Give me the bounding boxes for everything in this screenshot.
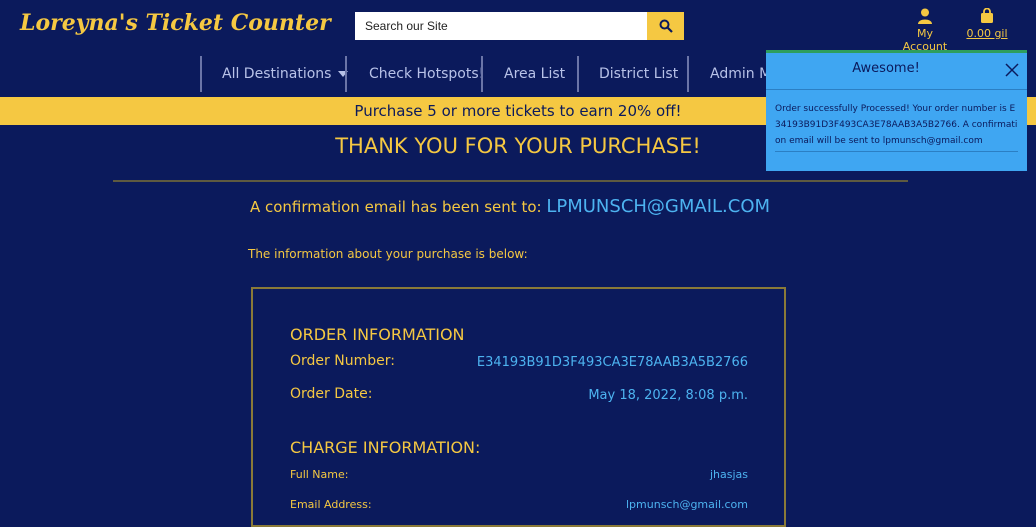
close-icon[interactable]	[1005, 63, 1019, 77]
full-name-value: jhasjas	[709, 468, 748, 481]
toast-title: Awesome!	[852, 61, 920, 76]
confirmation-prefix: A confirmation email has been sent to:	[249, 198, 542, 216]
nav-item-label: All Destinations	[222, 66, 332, 82]
search-bar	[355, 12, 684, 40]
order-date-value: May 18, 2022, 8:08 p.m.	[588, 388, 748, 403]
nav-separator	[481, 56, 483, 92]
site-header: Loreyna's Ticket Counter My Account 0.00…	[0, 0, 1036, 53]
nav-item-district-list[interactable]: District List	[599, 56, 678, 92]
order-date-label: Order Date:	[290, 386, 373, 402]
search-button[interactable]	[647, 12, 684, 40]
nav-item-check-hotspots[interactable]: Check Hotspots!	[369, 56, 484, 92]
cart-total: 0.00 gil	[966, 27, 1008, 40]
email-address-label: Email Address:	[290, 498, 372, 511]
success-toast: Awesome! Order successfully Processed! Y…	[766, 50, 1027, 171]
nav-separator	[345, 56, 347, 92]
search-input[interactable]	[355, 12, 647, 40]
toast-message: Order successfully Processed! Your order…	[775, 104, 1018, 146]
email-address-value: lpmunsch@gmail.com	[626, 498, 748, 511]
nav-item-all-destinations[interactable]: All Destinations	[222, 56, 348, 92]
toast-divider	[766, 89, 1027, 90]
nav-item-area-list[interactable]: Area List	[504, 56, 565, 92]
nav-separator	[577, 56, 579, 92]
confirmation-message: A confirmation email has been sent to: l…	[0, 196, 1020, 217]
divider	[113, 180, 908, 182]
cart-link[interactable]: 0.00 gil	[966, 8, 1008, 40]
nav-separator	[200, 56, 202, 92]
full-name-label: Full Name:	[290, 468, 349, 481]
order-section-title: ORDER INFORMATION	[290, 325, 465, 344]
user-icon	[918, 8, 932, 24]
purchase-info-intro: The information about your purchase is b…	[248, 247, 528, 261]
shopping-bag-icon	[981, 8, 993, 23]
order-number-value: E34193B91D3F493CA3E78AAB3A5B2766	[476, 355, 748, 370]
charge-section-title: CHARGE INFORMATION:	[290, 438, 481, 457]
purchase-details-box: ORDER INFORMATION Order Number: E34193B9…	[251, 287, 786, 527]
toast-bottom-divider	[775, 151, 1018, 152]
site-logo[interactable]: Loreyna's Ticket Counter	[20, 10, 331, 36]
order-number-label: Order Number:	[290, 353, 395, 369]
search-icon	[659, 19, 673, 33]
confirmation-email[interactable]: lpmunsch@gmail.com	[546, 196, 770, 217]
my-account-link[interactable]: My Account	[896, 8, 954, 53]
nav-separator	[687, 56, 689, 92]
